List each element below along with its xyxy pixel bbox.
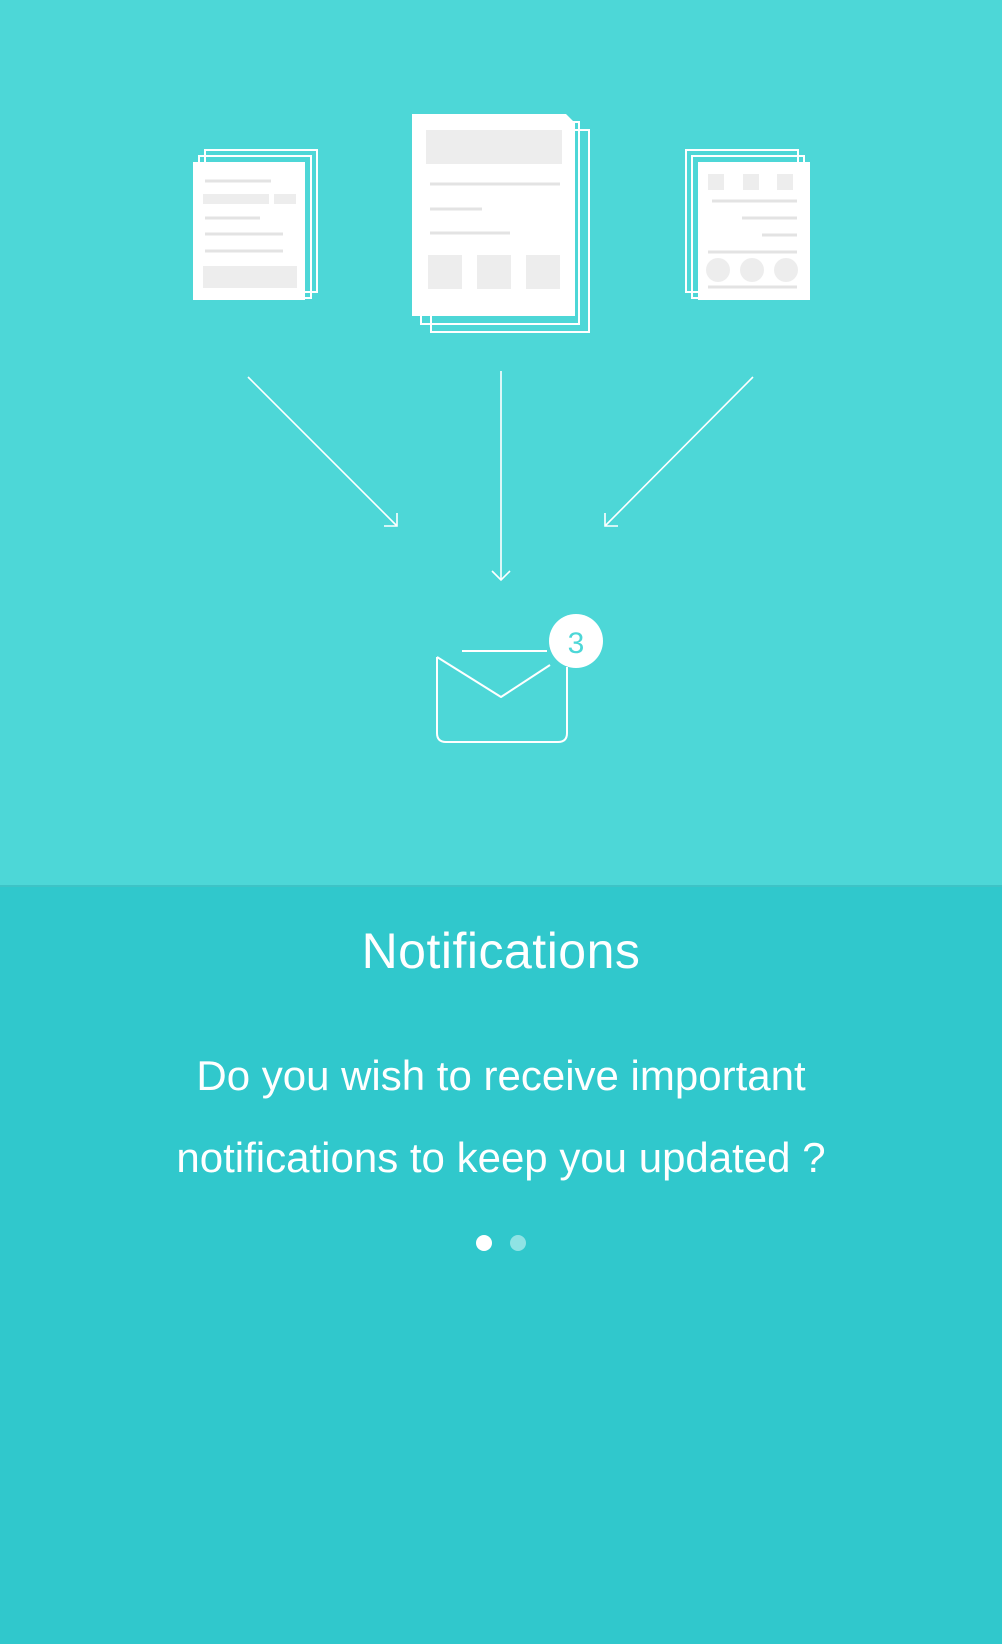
document-layout-icon <box>412 114 590 333</box>
description-text: Do you wish to receive important notific… <box>176 1052 826 1181</box>
page-title: Notifications <box>361 923 641 979</box>
document-form-icon <box>193 149 318 300</box>
page-dot-active[interactable] <box>476 1235 492 1251</box>
document-list-icon <box>685 149 810 300</box>
onboarding-content: Notifications Do you wish to receive imp… <box>0 887 1002 1644</box>
illustration: 3 <box>193 114 810 743</box>
badge-count: 3 <box>568 627 585 660</box>
arrow-right-icon <box>604 376 754 527</box>
arrow-down-icon <box>491 371 511 582</box>
page-dot-inactive[interactable] <box>510 1235 526 1251</box>
arrow-left-icon <box>247 376 398 527</box>
illustration-area: 3 <box>0 0 1002 887</box>
notification-badge: 3 <box>549 614 603 668</box>
envelope-icon <box>436 650 568 743</box>
page-indicator <box>0 1235 1002 1251</box>
